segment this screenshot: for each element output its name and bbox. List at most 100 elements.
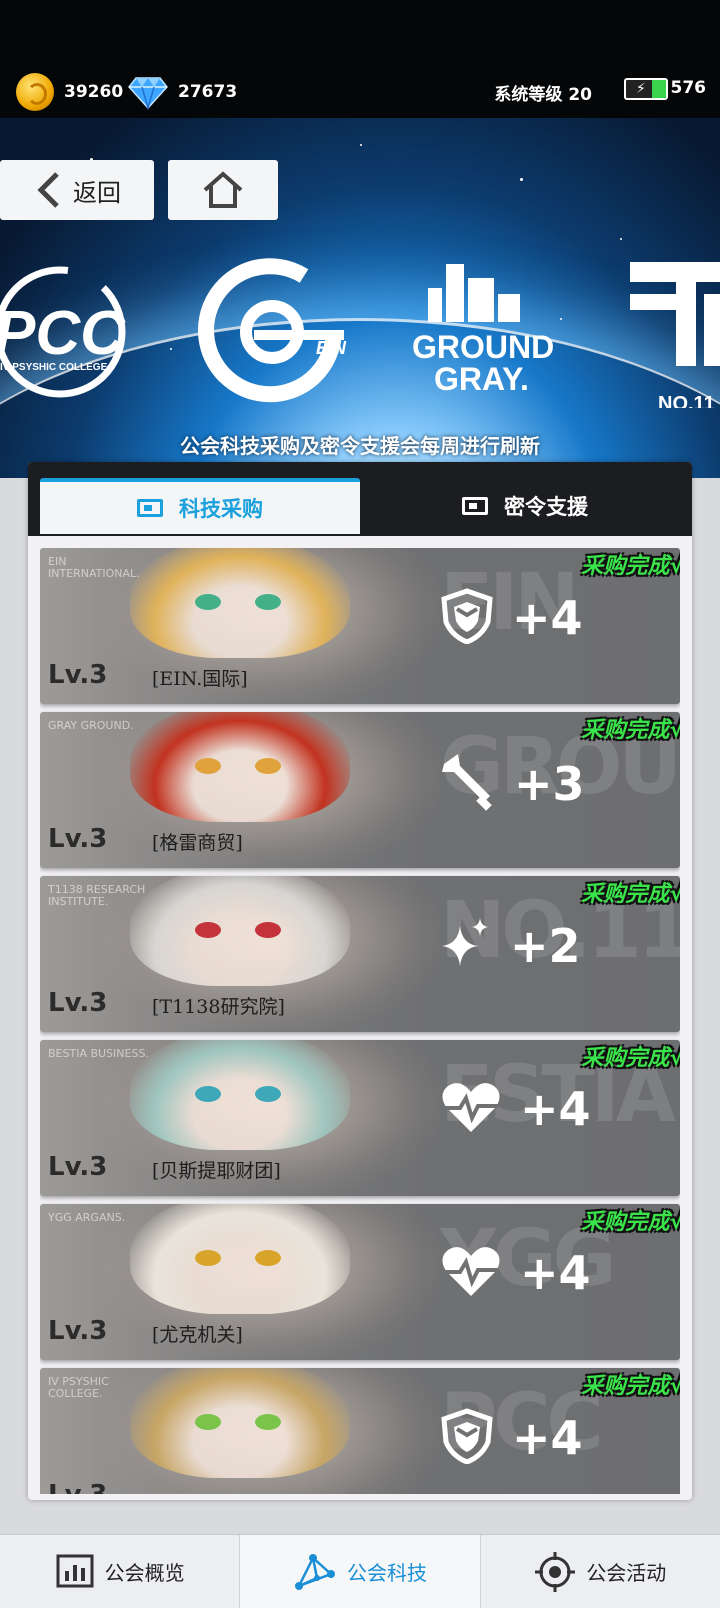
chart-icon: [56, 1554, 94, 1587]
sparkle-icon: [440, 916, 492, 976]
home-button[interactable]: [168, 160, 278, 220]
card-icon: [462, 497, 488, 515]
character-eye: [255, 922, 281, 938]
target-icon: [535, 1551, 576, 1592]
level-label: Lv.3: [48, 988, 108, 1018]
svg-text:GRAY.: GRAY.: [434, 361, 529, 397]
level-label: Lv.3: [48, 1152, 108, 1182]
svg-text:NO.11: NO.11: [658, 393, 715, 408]
back-label: 返回: [73, 178, 121, 207]
buff-value: +3: [514, 757, 585, 811]
faction-name: [EIN.国际]: [152, 668, 248, 690]
game-screen: { "status": { "coins": "39260", "gems": …: [0, 0, 720, 1608]
nav-guild-activity[interactable]: 公会活动: [481, 1535, 720, 1608]
shield-icon: [440, 588, 494, 648]
character-hair: [130, 548, 350, 658]
pcc-logo: PCC IV PSYSHIC COLLEGE: [0, 262, 140, 406]
character-hair: [130, 712, 350, 822]
character-eye: [195, 594, 221, 610]
character-hair: [130, 1204, 350, 1314]
character-eye: [255, 1086, 281, 1102]
level-label: Lv.3: [48, 824, 108, 854]
purchase-complete-badge: 采购完成√: [581, 1210, 680, 1235]
character-eye: [255, 1250, 281, 1266]
svg-text:IV PSYSHIC COLLEGE: IV PSYSHIC COLLEGE: [0, 362, 108, 373]
faction-name: [尤克机关]: [152, 1324, 243, 1346]
faction-tag: T1138 RESEARCH INSTITUTE.: [48, 883, 146, 908]
tab-tech-purchase[interactable]: 科技采购: [40, 478, 360, 534]
buff: +4: [440, 1080, 591, 1138]
character-hair: [130, 876, 350, 986]
energy-value: 576: [670, 78, 707, 98]
tab-tech-label: 科技采购: [179, 497, 263, 521]
character-hair: [130, 1040, 350, 1150]
buff-value: +4: [520, 1246, 591, 1300]
buff-value: +4: [512, 591, 583, 645]
nav-activity-label: 公会活动: [586, 1561, 667, 1585]
refresh-notice: 公会科技采购及密令支援会每周进行刷新: [180, 434, 540, 458]
home-icon: [203, 171, 243, 208]
tech-card[interactable]: YGG YGG ARGANS. Lv.3 [尤克机关] +4 采购完成√: [40, 1204, 680, 1360]
ground-gray-logo: GROUND GRAY.: [412, 258, 562, 402]
network-icon: [294, 1553, 335, 1590]
back-arrow-icon: [37, 172, 59, 208]
character-eye: [255, 594, 281, 610]
character-eye: [195, 1414, 221, 1430]
svg-text:GROUND: GROUND: [412, 329, 554, 365]
faction-name: [贝斯提耶财团]: [152, 1160, 281, 1182]
tech-card[interactable]: NO.113T1138 RESEARCH INSTITUTE.Lv.3[T113…: [40, 876, 680, 1032]
gem-value: 27673: [178, 82, 238, 102]
faction-tag: YGG ARGANS.: [48, 1211, 126, 1224]
tech-card[interactable]: PCCIV PSYSHIC COLLEGE.Lv.3+4采购完成√: [40, 1368, 680, 1494]
faction-tag: BESTIA BUSINESS.: [48, 1047, 149, 1060]
tech-card[interactable]: GROUNDGRAY GROUND.Lv.3[格雷商贸]+3采购完成√: [40, 712, 680, 868]
level-label: Lv.3: [48, 1480, 107, 1494]
purchase-complete-badge: 采购完成√: [581, 554, 680, 579]
character-eye: [195, 1086, 221, 1102]
character-eye: [255, 1414, 281, 1430]
system-level: 系统等级 20: [494, 85, 592, 105]
heart-pulse-icon: [440, 1244, 502, 1302]
nav-tech-label: 公会科技: [346, 1561, 427, 1585]
coin-value: 39260: [64, 82, 124, 102]
buff-value: +4: [520, 1082, 591, 1136]
faction-tag: EIN INTERNATIONAL.: [48, 555, 140, 580]
purchase-complete-badge: 采购完成√: [581, 882, 680, 907]
back-button[interactable]: 返回: [0, 160, 154, 220]
svg-text:PCC: PCC: [0, 299, 126, 368]
nav-overview-label: 公会概览: [104, 1561, 185, 1585]
buff: +2: [440, 916, 581, 976]
buff: +3: [440, 752, 585, 816]
level-label: Lv.3: [48, 660, 108, 690]
tech-card-list[interactable]: EIN EIN INTERNATIONAL. Lv.3 [EIN.国际] +4 采购完成√…: [40, 548, 680, 1494]
blade-icon: [440, 752, 496, 816]
tech-card[interactable]: ESTIA BESTIA BUSINESS. Lv.3 [贝斯提耶财团] +4 采购完成√: [40, 1040, 680, 1196]
nav-guild-tech[interactable]: 公会科技: [240, 1535, 481, 1608]
tech-card[interactable]: EIN EIN INTERNATIONAL. Lv.3 [EIN.国际] +4 采购完成√: [40, 548, 680, 704]
faction-tag: GRAY GROUND.: [48, 719, 134, 732]
tab-support-label: 密令支援: [504, 495, 588, 519]
character-eye: [195, 758, 221, 774]
coin-counter: 39260: [16, 72, 123, 112]
gem-counter: 27673: [128, 72, 237, 112]
status-bar: 39260 27673 系统等级 20 ⚡ 576: [0, 0, 720, 118]
heart-pulse-icon: [440, 1080, 502, 1138]
tab-secret-support[interactable]: 密令支援: [370, 478, 680, 534]
purchase-complete-badge: 采购完成√: [581, 1046, 680, 1071]
character-eye: [255, 758, 281, 774]
buff-value: +2: [510, 919, 581, 973]
coin-icon: [16, 73, 54, 111]
faction-tag: IV PSYSHIC COLLEGE.: [48, 1375, 109, 1400]
t1138-logo: NO.11: [626, 258, 720, 415]
bottom-nav: 公会概览 公会科技 公会活动: [0, 1534, 720, 1608]
purchase-complete-badge: 采购完成√: [581, 718, 680, 743]
card-icon: [137, 499, 163, 517]
ein-logo: EIN: [194, 250, 354, 414]
character-eye: [195, 922, 221, 938]
buff: +4: [440, 1244, 591, 1302]
shield-icon: [440, 1408, 494, 1468]
nav-guild-overview[interactable]: 公会概览: [0, 1535, 241, 1608]
character-hair: [130, 1368, 350, 1478]
buff-value: +4: [512, 1411, 583, 1465]
faction-name: [T1138研究院]: [152, 996, 285, 1018]
